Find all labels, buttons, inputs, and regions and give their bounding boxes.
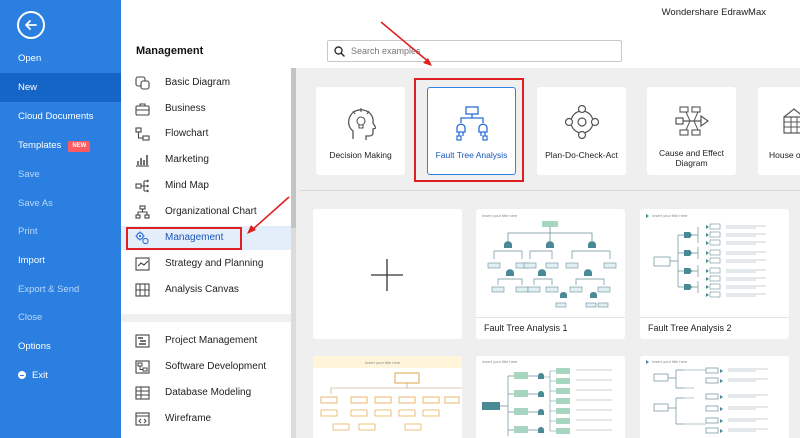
exit-icon [18, 371, 26, 379]
type-card-label: Plan-Do-Check-Act [545, 150, 618, 160]
card-divider [476, 317, 625, 318]
menu-templates-label: Templates [18, 140, 62, 151]
template-card-fault-tree-2[interactable]: Insert your title here Fault Tree Analys… [640, 209, 789, 339]
menu-exit[interactable]: Exit [0, 361, 121, 390]
category-project-management[interactable]: Project Management [121, 329, 293, 353]
fishbone-icon [674, 106, 709, 136]
category-label: Strategy and Planning [165, 258, 264, 269]
category-divider [121, 314, 293, 322]
category-label: Business [165, 103, 206, 114]
blank-template-card[interactable] [313, 209, 462, 339]
gantt-icon [135, 334, 150, 348]
bar-chart-icon [136, 155, 149, 167]
search-input[interactable] [351, 43, 611, 59]
search-box[interactable] [327, 40, 622, 62]
category-analysis-canvas[interactable]: Analysis Canvas [121, 278, 293, 302]
category-strategy-planning[interactable]: Strategy and Planning [121, 252, 293, 276]
menu-save-as[interactable]: Save As [0, 189, 121, 218]
template-name: Fault Tree Analysis 2 [648, 323, 732, 333]
category-label: Basic Diagram [165, 77, 231, 88]
template-thumbnail: Insert your title here [482, 359, 612, 436]
menu-new[interactable]: New [0, 73, 121, 102]
category-label: Project Management [165, 335, 258, 346]
head-bulb-icon [347, 108, 376, 140]
template-thumbnail: Insert your title here [646, 359, 768, 434]
thumb-title: Insert your title here [365, 360, 401, 365]
wireframe-icon [135, 412, 150, 426]
menu-import[interactable]: Import [0, 246, 121, 275]
category-label: Flowchart [165, 128, 209, 139]
category-mind-map[interactable]: Mind Map [121, 174, 293, 198]
house-of-quality-icon [783, 108, 800, 134]
category-software-development[interactable]: Software Development [121, 355, 293, 379]
type-card-house-of-quality[interactable]: House o [758, 87, 800, 175]
thumb-title: Insert your title here [652, 359, 688, 364]
section-title: Management [136, 45, 204, 57]
canvas-icon [135, 283, 150, 297]
category-sidebar: Basic Diagram Business Flowchart Marketi… [121, 68, 293, 438]
menu-export-send[interactable]: Export & Send [0, 275, 121, 304]
template-thumbnail: Insert your title here [646, 213, 766, 298]
mind-map-icon [135, 179, 149, 193]
menu-save[interactable]: Save [0, 160, 121, 189]
template-card-4[interactable]: Insert your title here [476, 356, 625, 438]
category-wireframe[interactable]: Wireframe [121, 407, 293, 431]
category-database-modeling[interactable]: Database Modeling [121, 381, 293, 405]
briefcase-icon [135, 103, 150, 116]
template-card-3[interactable]: Insert your title here [313, 356, 462, 438]
template-thumbnail: Insert your title here [482, 213, 617, 308]
menu-exit-label: Exit [32, 370, 48, 381]
menu-cloud-documents[interactable]: Cloud Documents [0, 102, 121, 131]
flowchart-icon [135, 127, 150, 141]
back-arrow-icon[interactable] [17, 11, 45, 39]
app-title: Wondershare EdrawMax [661, 7, 766, 18]
pdca-cycle-icon [564, 105, 599, 139]
thumb-title: Insert your title here [482, 213, 518, 218]
menu-print[interactable]: Print [0, 217, 121, 246]
category-flowchart[interactable]: Flowchart [121, 122, 293, 146]
software-icon [135, 360, 150, 374]
category-label: Marketing [165, 154, 209, 165]
category-basic-diagram[interactable]: Basic Diagram [121, 71, 293, 95]
menu-close[interactable]: Close [0, 303, 121, 332]
type-card-pdca[interactable]: Plan-Do-Check-Act [537, 87, 626, 175]
section-divider [300, 190, 800, 191]
file-menu-panel: Open New Cloud Documents Templates NEW Sa… [0, 0, 121, 438]
type-card-decision-making[interactable]: Decision Making [316, 87, 405, 175]
category-label: Software Development [165, 361, 267, 372]
template-name: Fault Tree Analysis 1 [484, 323, 568, 333]
type-card-label: Decision Making [329, 150, 392, 160]
strategy-icon [135, 257, 150, 271]
template-card-fault-tree-1[interactable]: Insert your title here Fault Tree Analys… [476, 209, 625, 339]
category-marketing[interactable]: Marketing [121, 148, 293, 172]
template-thumbnail: Insert your title here [313, 356, 462, 431]
template-card-5[interactable]: Insert your title here [640, 356, 789, 438]
search-icon [334, 46, 345, 57]
annotation-highlight-management [126, 227, 242, 250]
type-card-label: Cause and Effect Diagram [658, 148, 725, 168]
category-organizational-chart[interactable]: Organizational Chart [121, 200, 293, 224]
card-divider [640, 317, 789, 318]
menu-options[interactable]: Options [0, 332, 121, 361]
category-label: Mind Map [165, 180, 209, 191]
type-card-label: House o [769, 150, 800, 160]
menu-templates[interactable]: Templates NEW [0, 131, 121, 160]
category-business[interactable]: Business [121, 97, 293, 121]
thumb-title: Insert your title here [652, 213, 688, 218]
org-chart-icon [135, 205, 150, 219]
category-label: Database Modeling [165, 387, 252, 398]
database-icon [135, 386, 150, 400]
category-label: Wireframe [165, 413, 212, 424]
category-label: Organizational Chart [165, 206, 257, 217]
menu-open[interactable]: Open [0, 44, 121, 73]
category-label: Analysis Canvas [165, 284, 239, 295]
basic-diagram-icon [135, 76, 150, 90]
plus-icon [371, 259, 403, 291]
type-card-cause-effect[interactable]: Cause and Effect Diagram [647, 87, 736, 175]
annotation-highlight-fault-tree [414, 78, 524, 182]
thumb-title: Insert your title here [482, 359, 518, 364]
new-badge: NEW [68, 141, 91, 152]
